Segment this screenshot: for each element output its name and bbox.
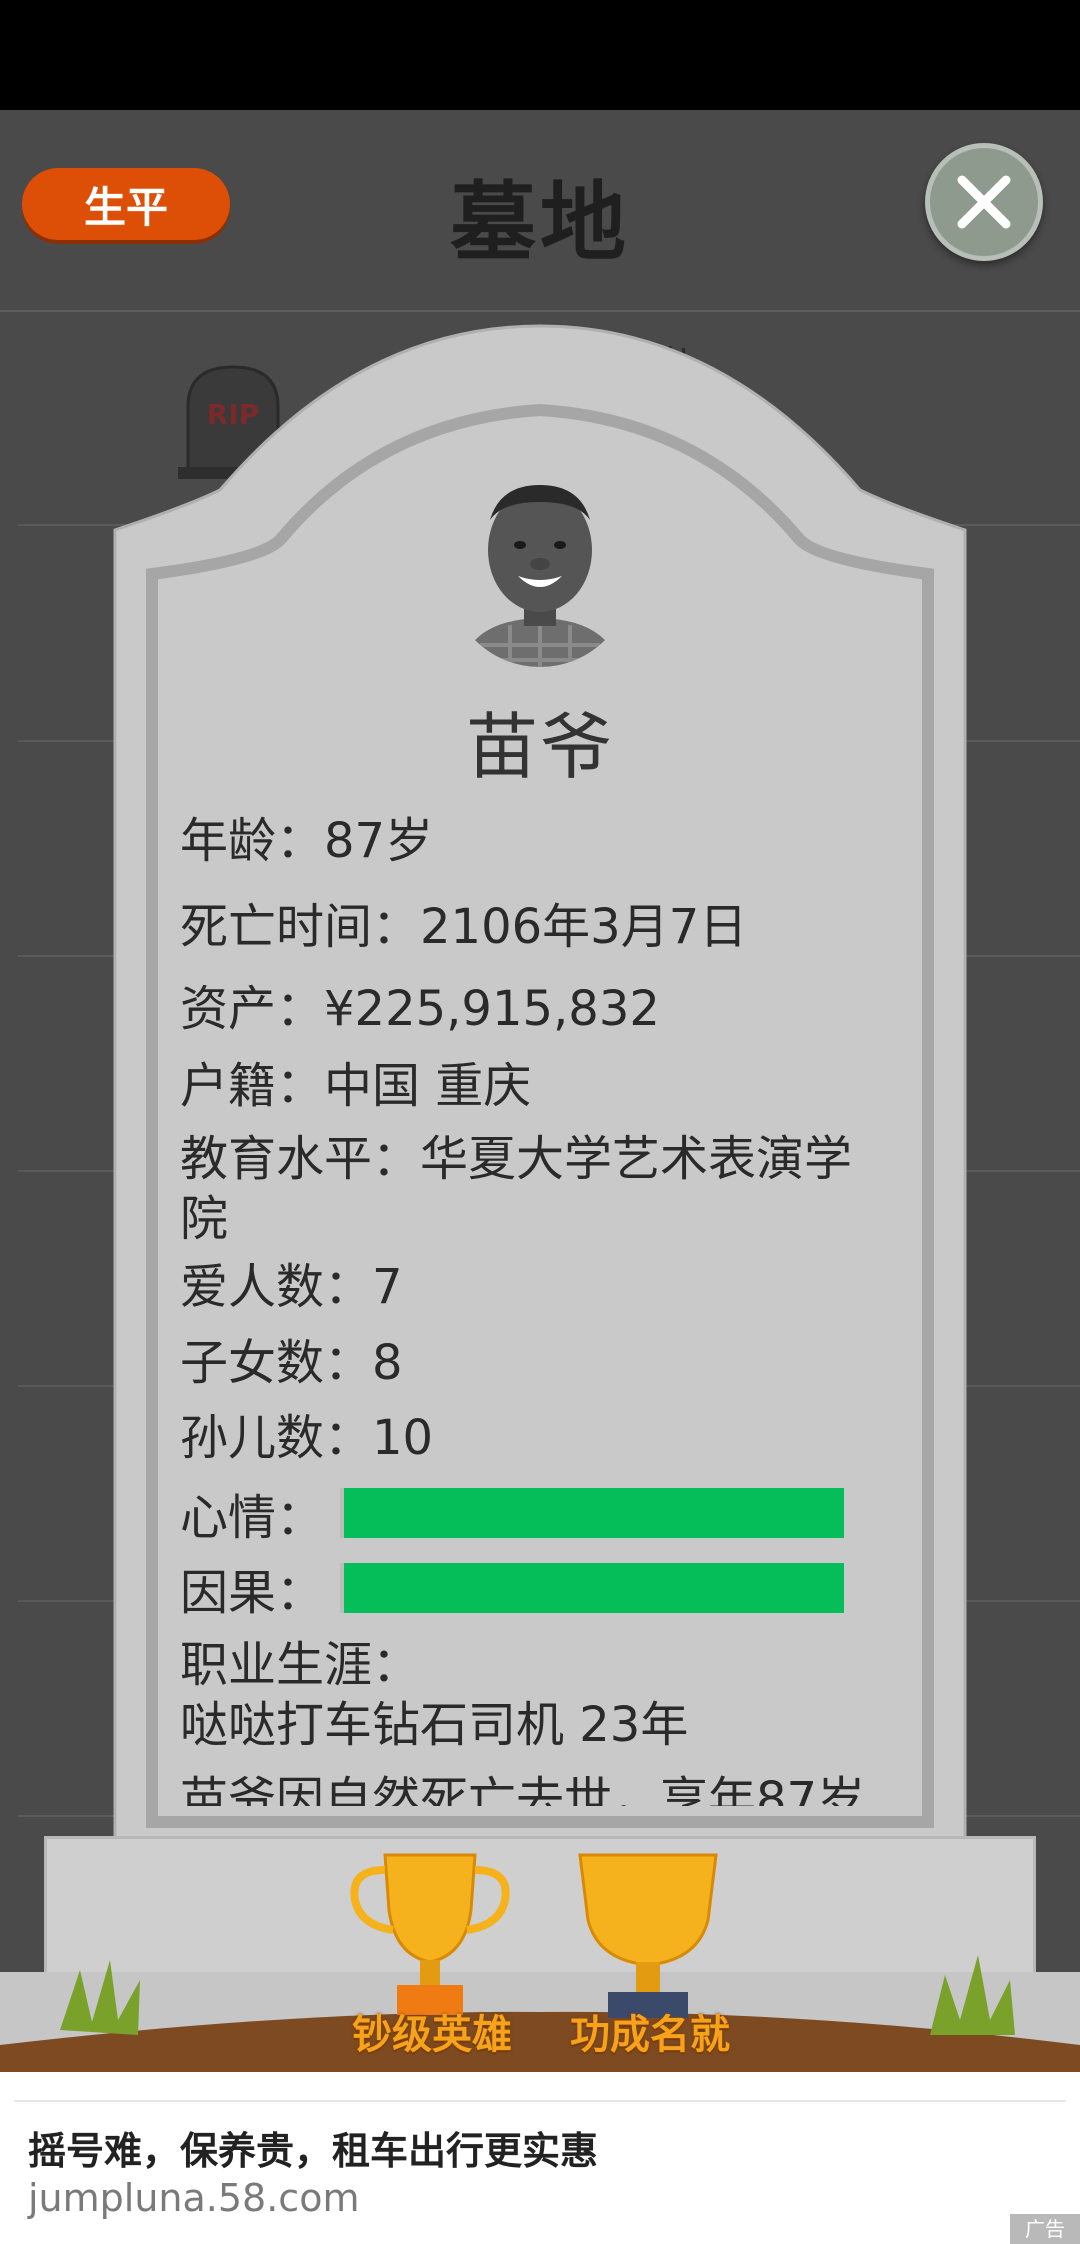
info-death-time: 死亡时间： 2106年3月7日 (180, 899, 748, 955)
info-hometown: 户籍： 中国 重庆 (180, 1057, 532, 1114)
career-value: 哒哒打车钻石司机 23年 (180, 1697, 689, 1753)
deceased-name: 苗爷 (465, 705, 614, 789)
mood-bar-fill (344, 1487, 844, 1538)
ad-url[interactable]: jumpluna.58.com (28, 2176, 359, 2220)
info-children: 子女数： 8 (180, 1334, 403, 1391)
karma-bar-fill (344, 1562, 844, 1613)
avatar (460, 485, 620, 667)
info-age: 年龄： 87岁 (180, 813, 434, 869)
karma-bar (340, 1562, 844, 1613)
ad-divider (14, 2100, 1066, 2102)
trophy-label: 功成名就 (570, 2012, 730, 2058)
mood-bar (340, 1487, 844, 1538)
grass-decoration (0, 1955, 1080, 2080)
info-grandchildren: 孙儿数： 10 (180, 1409, 434, 1466)
tombstone-info: 年龄： 87岁 死亡时间： 2106年3月7日 资产： ¥225,915,832 户籍… (180, 798, 900, 1755)
trophy-icon[interactable] (568, 1850, 728, 2025)
mood-row: 心情： (180, 1475, 900, 1550)
ad-badge: 广告 (1010, 2214, 1080, 2244)
trophy-label: 钞级英雄 (352, 2012, 512, 2058)
ad-banner[interactable]: 摇号难，保养贵，租车出行更实惠 jumpluna.58.com 广告 (0, 2072, 1080, 2244)
info-assets: 资产： ¥225,915,832 (180, 981, 660, 1037)
career-label: 职业生涯： (180, 1637, 421, 1693)
epitaph-text-clipped: 苗爷因自然死亡去世，享年87岁 (180, 1772, 866, 1806)
karma-row: 因果： (180, 1550, 900, 1625)
trophy-icon[interactable] (345, 1850, 515, 2025)
ad-title[interactable]: 摇号难，保养贵，租车出行更实惠 (28, 2120, 598, 2175)
info-education: 教育水平：华夏大学艺术表演学院 (180, 1131, 853, 1247)
info-spouses: 爱人数： 7 (180, 1259, 403, 1315)
